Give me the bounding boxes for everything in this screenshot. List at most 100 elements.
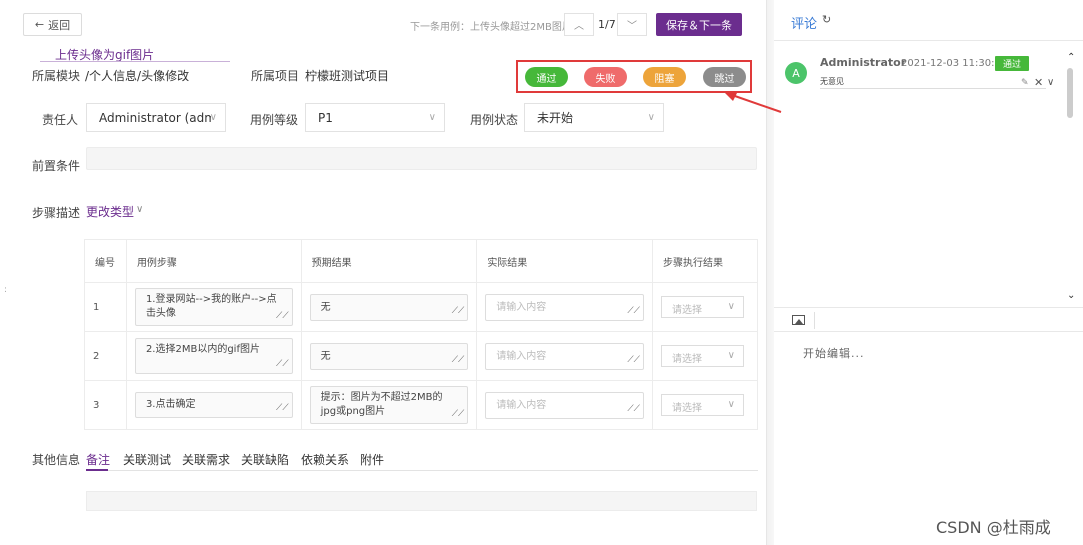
block-label: 阻塞 — [654, 73, 675, 85]
close-icon[interactable]: ✕ — [1034, 76, 1043, 89]
step-result-select[interactable]: 请选择 ∨ — [660, 345, 744, 367]
notes-input[interactable] — [86, 491, 757, 511]
expected-text: 无 — [320, 350, 331, 362]
comments-panel: 评论 ↻ A Administrator 2021-12-03 11:30:17… — [774, 0, 1083, 545]
resize-grip-icon[interactable]: ⟋⟋ — [627, 304, 640, 318]
avatar: A — [785, 62, 807, 84]
skip-label: 跳过 — [714, 73, 735, 85]
expected-input[interactable]: 无 ⟋⟋ — [309, 342, 469, 370]
panel-splitter[interactable] — [766, 0, 774, 545]
fail-button[interactable]: 失败 — [584, 67, 627, 87]
chevron-down-icon[interactable]: ∨ — [136, 204, 143, 215]
comment-underline — [820, 88, 1046, 89]
back-label: 返回 — [48, 18, 71, 32]
col-header-actual: 实际结果 — [476, 239, 653, 283]
actual-input[interactable]: 请输入内容 ⟋⟋ — [485, 293, 644, 321]
row-no: 1 — [84, 282, 127, 332]
chevron-down-icon: ∨ — [727, 350, 735, 361]
chevron-down-icon: ∨ — [727, 399, 735, 410]
step-text: 3.点击确定 — [145, 399, 196, 410]
level-select[interactable]: P1 ∨ — [305, 103, 445, 132]
col-header-step-result: 步骤执行结果 — [651, 239, 759, 283]
chevron-down-icon: ∨ — [647, 112, 655, 123]
chevron-down-icon: ∨ — [428, 112, 436, 123]
table-header-row: 编号 用例步骤 预期结果 实际结果 步骤执行结果 — [84, 239, 759, 283]
expected-input[interactable]: 提示：图片为不超过2MB的jpg或png图片 ⟋⟋ — [309, 386, 469, 424]
refresh-icon[interactable]: ↻ — [822, 13, 831, 26]
actual-input[interactable]: 请输入内容 ⟋⟋ — [485, 342, 644, 370]
col-header-expected: 预期结果 — [300, 239, 478, 283]
steps-table: 编号 用例步骤 预期结果 实际结果 步骤执行结果 1 1.登录网站-->我的账户… — [84, 239, 759, 430]
block-button[interactable]: 阻塞 — [643, 67, 686, 87]
resize-grip-icon[interactable]: ⟋⟋ — [276, 357, 289, 371]
step-text: 1.登录网站-->我的账户-->点击头像 — [145, 294, 277, 319]
col-header-no: 编号 — [84, 239, 127, 283]
precondition-input[interactable] — [86, 147, 757, 170]
pass-label: 通过 — [536, 73, 557, 85]
actual-input[interactable]: 请输入内容 ⟋⟋ — [485, 391, 644, 419]
step-input[interactable]: 3.点击确定 ⟋⟋ — [134, 392, 293, 418]
scroll-thumb[interactable] — [1067, 68, 1073, 118]
step-result-select[interactable]: 请选择 ∨ — [660, 296, 744, 318]
step-input[interactable]: 1.登录网站-->我的账户-->点击头像 ⟋⟋ — [134, 288, 293, 326]
tab-linked-tests[interactable]: 关联测试 — [123, 451, 171, 468]
resize-grip-icon[interactable]: ⟋⟋ — [627, 402, 640, 416]
comments-divider — [774, 40, 1083, 41]
change-type-dropdown[interactable]: 更改类型 — [86, 203, 134, 220]
tab-notes[interactable]: 备注 — [86, 451, 110, 468]
active-tab-indicator — [86, 469, 108, 471]
resize-grip-icon[interactable]: ⟋⟋ — [452, 407, 465, 421]
skip-button[interactable]: 跳过 — [703, 67, 746, 87]
comments-scrollbar[interactable]: ⌃ ⌄ — [1062, 48, 1080, 305]
step-input[interactable]: 2.选择2MB以内的gif图片 ⟋⟋ — [134, 338, 293, 374]
tab-linked-defects[interactable]: 关联缺陷 — [241, 451, 289, 468]
tab-attachments[interactable]: 附件 — [360, 451, 384, 468]
other-info-label: 其他信息 — [32, 453, 81, 467]
comment-editor[interactable]: 开始编辑... — [803, 345, 865, 361]
resize-grip-icon[interactable]: ⟋⟋ — [452, 304, 465, 318]
scroll-indicator: : — [4, 285, 8, 295]
expected-text: 无 — [320, 301, 331, 313]
table-row: 2 2.选择2MB以内的gif图片 ⟋⟋ 无 ⟋⟋ 请输入内容 ⟋⟋ 请选择 ∨ — [84, 331, 759, 381]
tab-linked-requirements[interactable]: 关联需求 — [182, 451, 230, 468]
module-label: 所属模块 — [32, 69, 81, 83]
prev-case-button[interactable]: ︿ — [564, 13, 594, 36]
editor-toolbar — [774, 307, 1083, 332]
resize-grip-icon[interactable]: ⟋⟋ — [276, 401, 289, 415]
status-value: 未开始 — [537, 111, 574, 125]
step-result-select[interactable]: 请选择 ∨ — [660, 394, 744, 416]
arrow-left-icon: ← — [34, 18, 45, 31]
precondition-label: 前置条件 — [32, 159, 81, 173]
test-case-page: ← 返回 下一条用例：上传头像超过2MB图片 ︿ 1/7 ﹀ 保存＆下一条 上传… — [0, 0, 1083, 545]
table-row: 1 1.登录网站-->我的账户-->点击头像 ⟋⟋ 无 ⟋⟋ 请输入内容 ⟋⟋ 请选择… — [84, 282, 759, 332]
expected-input[interactable]: 无 ⟋⟋ — [309, 293, 469, 321]
comment-time: 2021-12-03 11:30:17 — [901, 58, 1008, 69]
owner-label: 责任人 — [42, 113, 79, 127]
watermark: CSDN @杜雨成 — [936, 518, 1051, 537]
chevron-down-icon[interactable]: ∨ — [1047, 77, 1054, 88]
owner-select[interactable]: Administrator (admin) ∨ — [86, 103, 226, 132]
fail-label: 失败 — [595, 73, 616, 85]
chevron-down-icon: ∨ — [209, 112, 217, 123]
status-select[interactable]: 未开始 ∨ — [524, 103, 664, 132]
pass-button[interactable]: 通过 — [525, 67, 568, 87]
step-result-placeholder: 请选择 — [671, 354, 702, 365]
image-icon[interactable] — [792, 315, 805, 325]
level-value: P1 — [318, 110, 333, 125]
col-header-step: 用例步骤 — [125, 239, 302, 283]
actual-placeholder: 请输入内容 — [496, 399, 547, 411]
save-next-button[interactable]: 保存＆下一条 — [656, 13, 742, 36]
tab-dependencies[interactable]: 依赖关系 — [301, 451, 349, 468]
table-row: 3 3.点击确定 ⟋⟋ 提示：图片为不超过2MB的jpg或png图片 ⟋⟋ 请输入内… — [84, 380, 759, 430]
resize-grip-icon[interactable]: ⟋⟋ — [627, 353, 640, 367]
back-button[interactable]: ← 返回 — [23, 13, 82, 36]
next-case-button[interactable]: ﹀ — [617, 13, 647, 36]
resize-grip-icon[interactable]: ⟋⟋ — [276, 309, 289, 323]
resize-grip-icon[interactable]: ⟋⟋ — [452, 353, 465, 367]
level-label: 用例等级 — [250, 113, 299, 127]
toolbar-separator — [814, 312, 815, 329]
step-text: 2.选择2MB以内的gif图片 — [145, 344, 260, 355]
scroll-up-icon[interactable]: ⌃ — [1067, 52, 1075, 63]
edit-icon[interactable]: ✎ — [1021, 78, 1029, 88]
scroll-down-icon[interactable]: ⌄ — [1067, 290, 1075, 301]
